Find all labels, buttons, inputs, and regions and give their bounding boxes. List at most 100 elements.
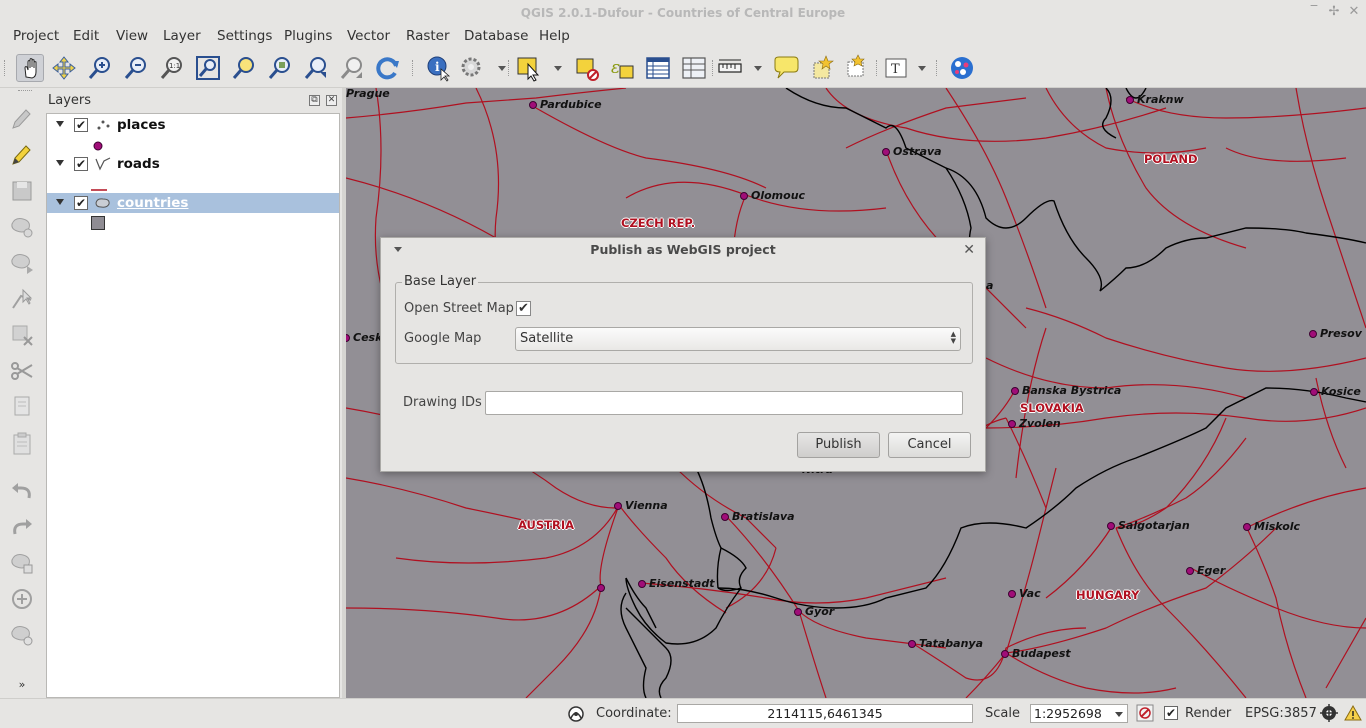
toolbar-handle[interactable]: [712, 60, 714, 76]
menu-layer[interactable]: Layer: [163, 28, 201, 44]
deselect-icon[interactable]: [574, 54, 602, 82]
add-ring-icon[interactable]: [9, 550, 35, 576]
minimize-icon[interactable]: ‾: [1306, 4, 1322, 20]
zoom-next-icon[interactable]: [338, 54, 366, 82]
zoom-to-selection-icon[interactable]: [230, 54, 258, 82]
expression-select-icon[interactable]: ε: [608, 54, 636, 82]
zoom-last-icon[interactable]: [302, 54, 330, 82]
show-bookmarks-icon[interactable]: [844, 54, 872, 82]
osm-checkbox[interactable]: ✔: [516, 301, 531, 316]
crs-globe-icon[interactable]: [1320, 704, 1338, 722]
dialog-close-icon[interactable]: ✕: [963, 242, 975, 258]
menu-raster[interactable]: Raster: [406, 28, 450, 44]
country-label-austria: AUSTRIA: [518, 518, 575, 532]
paste-features-icon[interactable]: [9, 430, 35, 456]
layers-panel: Layers ⧉ ✕ ✔ places ✔ roads ✔ countries: [46, 88, 344, 698]
stop-render-icon[interactable]: [1135, 703, 1155, 723]
refresh-icon[interactable]: [374, 54, 402, 82]
country-label-slovakia: SLOVAKIA: [1020, 401, 1084, 415]
node-tool-icon[interactable]: [9, 286, 35, 312]
layer-row-roads[interactable]: ✔ roads: [47, 154, 339, 174]
pan-to-selection-icon[interactable]: [50, 54, 78, 82]
rotate-feature-icon[interactable]: [9, 586, 35, 612]
menu-plugins[interactable]: Plugins: [284, 28, 332, 44]
copy-features-icon[interactable]: [9, 394, 35, 420]
close-panel-icon[interactable]: ✕: [326, 95, 337, 106]
point-layer-icon: [94, 116, 112, 134]
render-checkbox[interactable]: ✔: [1164, 706, 1178, 720]
save-edits-icon[interactable]: [9, 178, 35, 204]
toolbar-handle[interactable]: [876, 60, 878, 76]
select-icon[interactable]: [516, 54, 544, 82]
expand-arrow-icon[interactable]: [56, 121, 64, 127]
add-feature-icon[interactable]: [9, 214, 35, 240]
zoom-to-layer-icon[interactable]: [266, 54, 294, 82]
maximize-icon[interactable]: ✢: [1326, 4, 1342, 20]
layer-row-countries[interactable]: ✔ countries: [47, 193, 339, 213]
undo-icon[interactable]: [9, 478, 35, 504]
pan-icon[interactable]: [16, 54, 44, 82]
zoom-full-icon[interactable]: [194, 54, 222, 82]
menu-help[interactable]: Help: [539, 28, 570, 44]
menu-project[interactable]: Project: [13, 28, 59, 44]
scale-dropdown-icon[interactable]: [1115, 712, 1123, 717]
place-vac: Vac: [1008, 587, 1041, 600]
new-bookmark-icon[interactable]: [808, 54, 836, 82]
select-dropdown-icon[interactable]: [554, 66, 562, 71]
cut-features-icon[interactable]: [9, 358, 35, 384]
zoom-native-icon[interactable]: 1:1: [158, 54, 186, 82]
redo-icon[interactable]: [9, 514, 35, 540]
layer-visibility-checkbox[interactable]: ✔: [74, 118, 88, 132]
cancel-button[interactable]: Cancel: [888, 432, 971, 458]
toolbar-handle[interactable]: [412, 60, 414, 76]
scale-combobox[interactable]: 1:2952698: [1030, 704, 1128, 723]
current-edits-icon[interactable]: [9, 106, 35, 132]
action-dropdown-icon[interactable]: [498, 66, 506, 71]
warning-icon[interactable]: [1344, 704, 1362, 722]
place-marker: [740, 192, 748, 200]
publish-button[interactable]: Publish: [797, 432, 880, 458]
zoom-in-icon[interactable]: [86, 54, 114, 82]
toolbar-handle[interactable]: [936, 60, 938, 76]
field-calculator-icon[interactable]: [680, 54, 708, 82]
google-map-select[interactable]: Satellite ▲ ▼: [515, 327, 961, 351]
messages-icon[interactable]: [566, 704, 586, 724]
delete-selected-icon[interactable]: [9, 322, 35, 348]
toolbar-handle[interactable]: [508, 60, 510, 76]
move-feature-icon[interactable]: [9, 250, 35, 276]
simplify-feature-icon[interactable]: [9, 622, 35, 648]
countries-legend-symbol: [91, 216, 105, 234]
annotation-dropdown-icon[interactable]: [918, 66, 926, 71]
identify-icon[interactable]: i: [424, 54, 452, 82]
expand-arrow-icon[interactable]: [56, 160, 64, 166]
toggle-editing-icon[interactable]: [9, 142, 35, 168]
place-presov: Presov: [1309, 327, 1362, 340]
layer-visibility-checkbox[interactable]: ✔: [74, 157, 88, 171]
toolbar-handle[interactable]: [18, 90, 32, 92]
action-icon[interactable]: [458, 54, 486, 82]
coordinate-field[interactable]: 2114115,6461345: [677, 704, 973, 723]
measure-icon[interactable]: [716, 54, 744, 82]
close-icon[interactable]: ✕: [1346, 4, 1362, 20]
zoom-out-icon[interactable]: [122, 54, 150, 82]
menu-edit[interactable]: Edit: [73, 28, 99, 44]
toolbar-handle[interactable]: [4, 60, 6, 76]
expand-arrow-icon[interactable]: [56, 199, 64, 205]
crs-status[interactable]: EPSG:3857: [1245, 706, 1317, 721]
publish-webgis-dialog: Publish as WebGIS project ✕ Base Layer O…: [380, 237, 986, 472]
text-annotation-icon[interactable]: T: [882, 54, 910, 82]
map-tips-icon[interactable]: [772, 54, 800, 82]
layer-visibility-checkbox[interactable]: ✔: [74, 196, 88, 210]
layer-row-places[interactable]: ✔ places: [47, 115, 339, 135]
drawing-ids-input[interactable]: [485, 391, 963, 415]
more-tools-chevron-icon[interactable]: »: [9, 678, 35, 691]
polygon-layer-icon: [94, 194, 112, 212]
webgis-globe-icon[interactable]: [948, 54, 976, 82]
menu-view[interactable]: View: [116, 28, 148, 44]
attribute-table-icon[interactable]: [644, 54, 672, 82]
measure-dropdown-icon[interactable]: [754, 66, 762, 71]
menu-database[interactable]: Database: [464, 28, 528, 44]
menu-settings[interactable]: Settings: [217, 28, 272, 44]
float-panel-icon[interactable]: ⧉: [309, 95, 320, 106]
menu-vector[interactable]: Vector: [347, 28, 390, 44]
